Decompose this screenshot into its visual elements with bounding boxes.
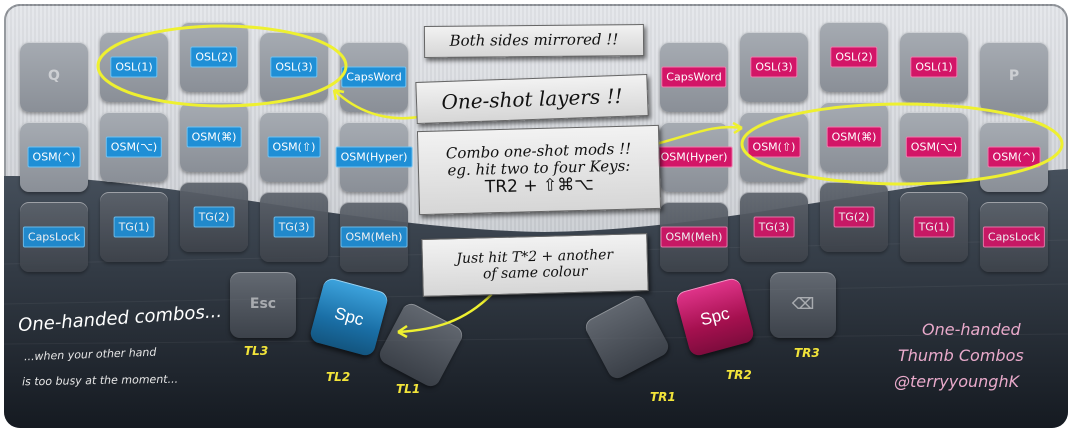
note-just-hit: Just hit T*2 + another of same colour <box>421 233 649 297</box>
arrow-combo-mods <box>655 125 743 146</box>
highlight-ellipse-left <box>96 24 348 108</box>
caption-right-line1: One-handed <box>922 320 1021 339</box>
note-oneshot-layers: One-shot layers !! <box>415 73 649 125</box>
note-combo-mods: Combo one-shot mods !! eg. hit two to fo… <box>416 124 662 216</box>
arrow-oneshot-layers <box>333 89 425 120</box>
caption-left-line2: is too busy at the moment... <box>21 372 179 389</box>
caption-right-handle: @terryyounghK <box>894 372 1020 391</box>
note-line: of same colour <box>482 263 588 283</box>
keyboard-illustration: Q OSL(1) OSL(2) OSL(3) CapsWord OSM(^) O… <box>0 0 1073 434</box>
note-both-sides-mirrored: Both sides mirrored !! <box>423 24 645 58</box>
keyboard-board: Q OSL(1) OSL(2) OSL(3) CapsWord OSM(^) O… <box>4 4 1068 428</box>
caption-right-line2: Thumb Combos <box>898 346 1024 365</box>
note-line: TR2 + ⇧⌘⌥ <box>484 175 595 198</box>
highlight-ellipse-right <box>740 102 1064 186</box>
arrow-just-hit <box>397 293 493 334</box>
